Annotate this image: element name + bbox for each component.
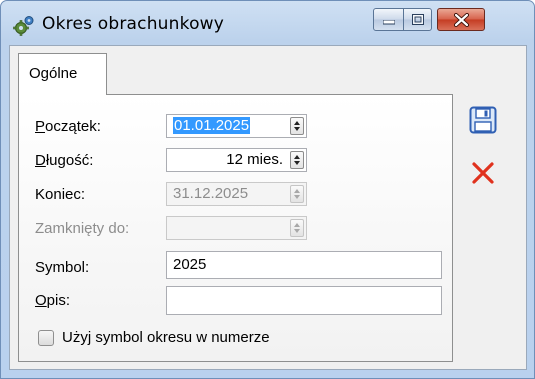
window-title: Okres obrachunkowy	[42, 14, 225, 34]
spin-down-icon	[294, 229, 300, 233]
spin-down-icon	[294, 195, 300, 199]
use-symbol-checkbox-label[interactable]: Użyj symbol okresu w numerze	[62, 329, 270, 346]
symbol-label: Symbol:	[35, 259, 90, 276]
title-bar[interactable]: Okres obrachunkowy	[1, 1, 534, 45]
maximize-icon	[412, 14, 424, 25]
closed-until-field	[166, 216, 307, 240]
tab-ogolne[interactable]: Ogólne	[18, 53, 107, 95]
length-label: Długość:	[35, 152, 94, 169]
start-date-field[interactable]: 01.01.2025	[166, 114, 307, 138]
spin-up-icon	[294, 189, 300, 193]
length-field[interactable]: 12 mies.	[166, 148, 307, 172]
end-date-spinner	[290, 185, 304, 203]
closed-until-label: Zamknięty do:	[35, 220, 130, 237]
description-input[interactable]	[166, 286, 442, 315]
spin-up-icon	[294, 121, 300, 125]
cancel-button[interactable]	[469, 159, 497, 187]
end-date-value: 31.12.2025	[173, 185, 249, 202]
end-date-label: Koniec:	[35, 186, 86, 203]
close-icon	[454, 13, 469, 27]
minimize-button[interactable]	[373, 8, 404, 31]
minimize-icon	[383, 20, 395, 25]
spin-down-icon	[294, 127, 300, 131]
symbol-value: 2025	[173, 256, 207, 273]
end-date-field: 31.12.2025	[166, 182, 307, 206]
floppy-disk-icon	[469, 106, 497, 134]
closed-until-spinner	[290, 219, 304, 237]
spin-up-icon	[294, 155, 300, 159]
window: Okres obrachunkowy Ogólne Początek: 01.0…	[0, 0, 535, 379]
start-date-value: 01.01.2025	[173, 117, 251, 134]
start-date-spinner[interactable]	[290, 117, 304, 135]
red-x-icon	[472, 162, 494, 184]
length-spinner[interactable]	[290, 151, 304, 169]
symbol-input[interactable]: 2025	[166, 251, 442, 279]
save-button[interactable]	[469, 106, 497, 134]
use-symbol-checkbox[interactable]	[38, 330, 54, 346]
tab-label: Ogólne	[29, 65, 78, 82]
length-value: 12 mies.	[226, 151, 283, 168]
gears-icon	[13, 16, 34, 36]
maximize-button[interactable]	[403, 8, 432, 31]
description-label: Opis:	[35, 292, 71, 309]
start-date-label: Początek:	[35, 118, 101, 135]
spin-down-icon	[294, 161, 300, 165]
close-button[interactable]	[437, 8, 485, 31]
spin-up-icon	[294, 223, 300, 227]
